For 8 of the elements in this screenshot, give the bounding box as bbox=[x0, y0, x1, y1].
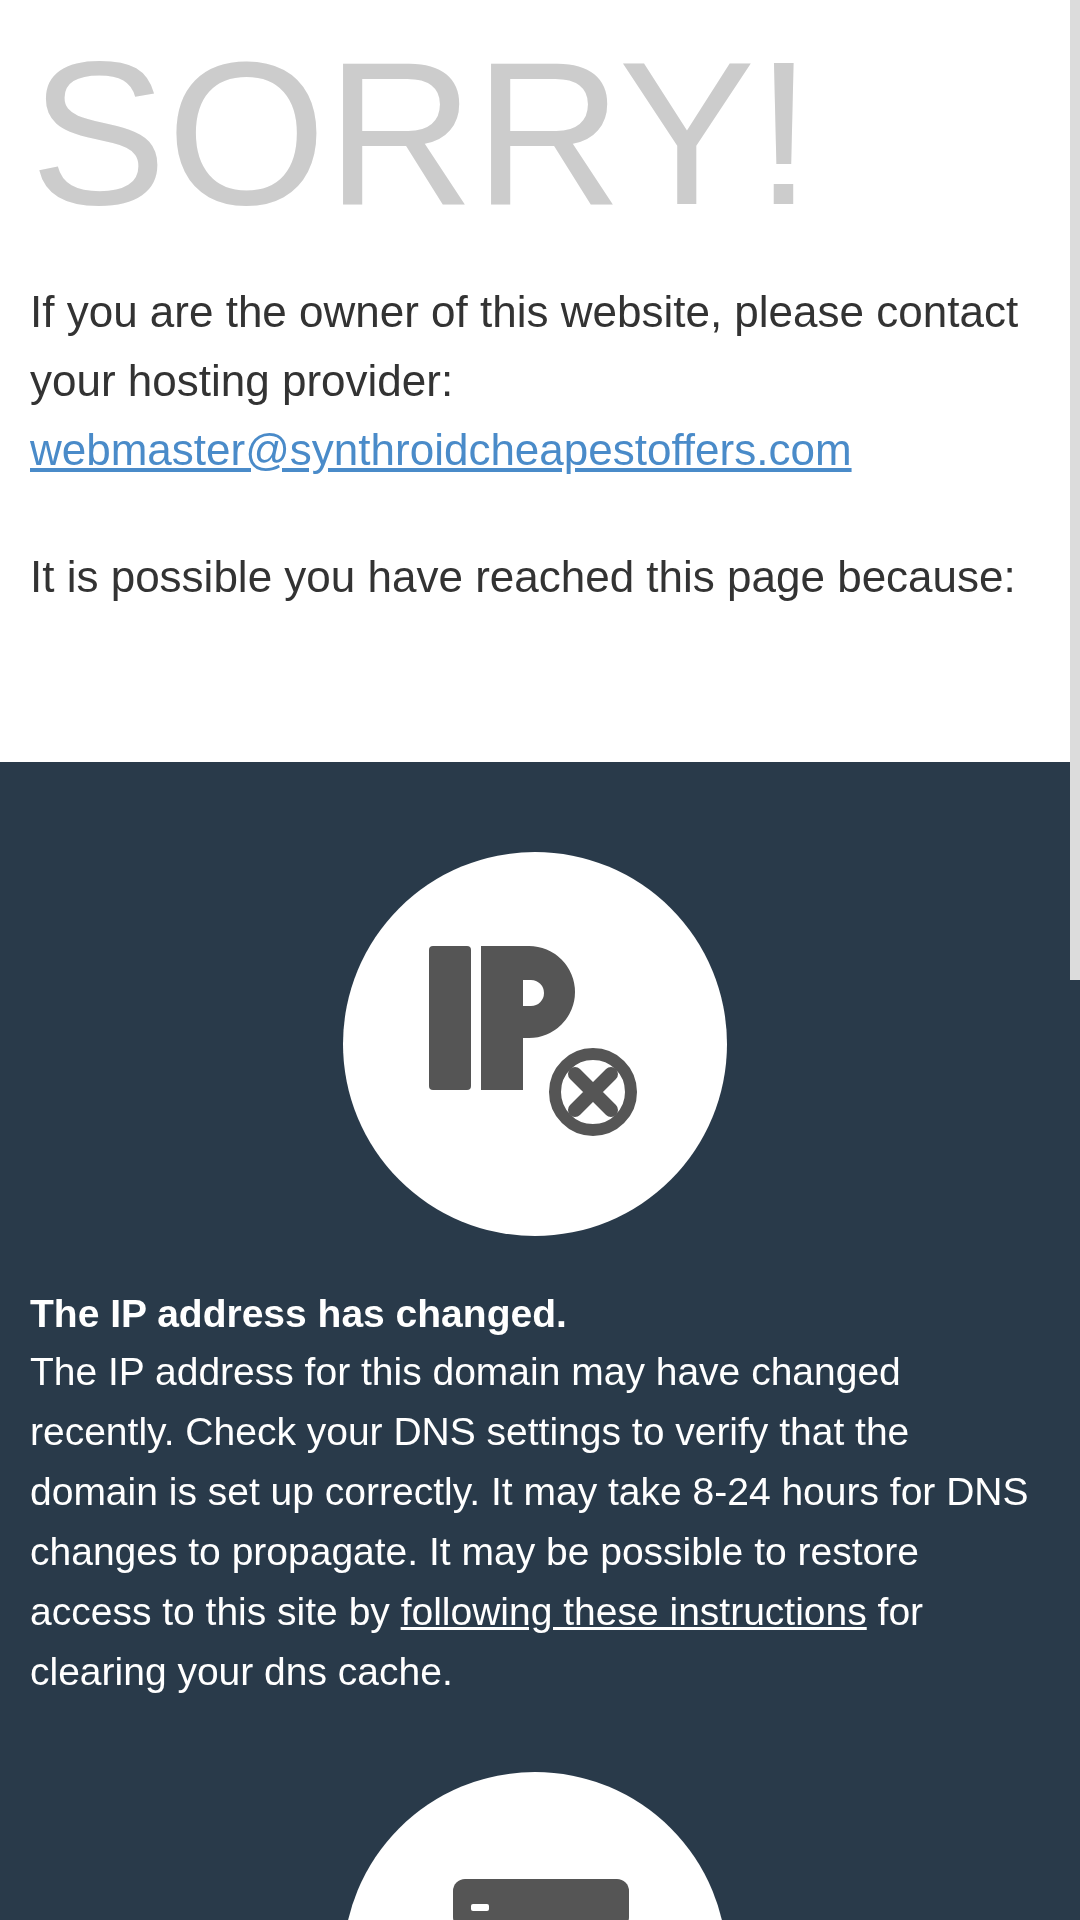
reason-intro: It is possible you have reached this page because: bbox=[30, 551, 1017, 603]
ip-error-icon bbox=[343, 852, 727, 1236]
instructions-link[interactable]: following these instructions bbox=[400, 1590, 867, 1633]
reason-title: The IP address has changed. bbox=[30, 1291, 568, 1337]
owner-message: If you are the owner of this website, please contact your hosting provider: webmaster@synthroidcheapestoffers.com bbox=[30, 286, 1020, 476]
reason-description: The IP address for this domain may have changed recently. Check your DNS settings to verify that the domain is set up correctly. It may take 8-24 hours for DNS changes to propagate. It may be possible to restore access to this site by following these instructions for clearing your dns cache. bbox=[30, 1349, 1030, 1695]
scrollbar[interactable] bbox=[1070, 0, 1080, 980]
email-link[interactable]: webmaster@synthroidcheapestoffers.com bbox=[30, 425, 852, 474]
